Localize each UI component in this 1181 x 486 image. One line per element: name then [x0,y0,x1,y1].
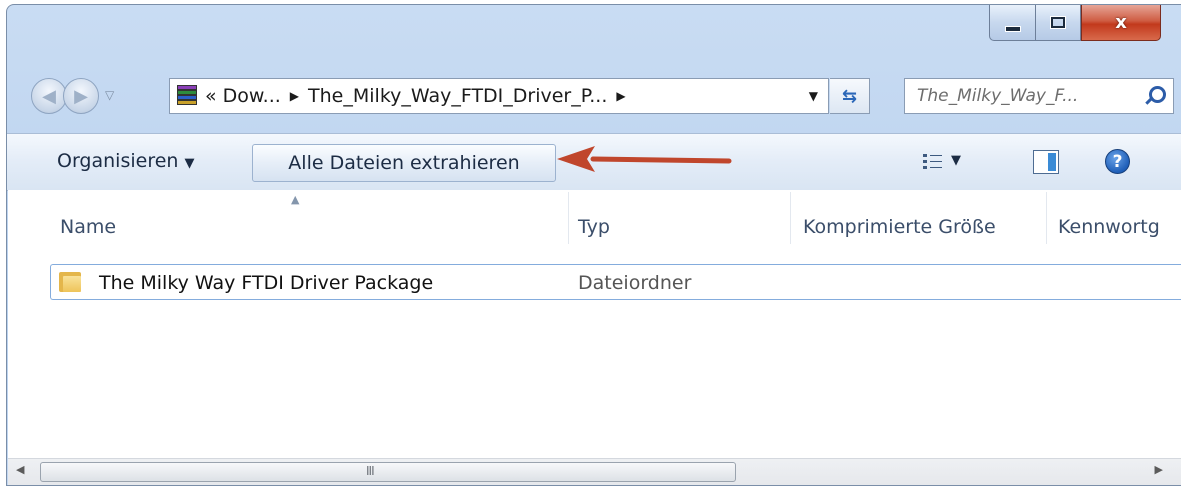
organize-label: Organisieren [57,150,179,172]
forward-button[interactable]: ▶ [63,78,99,114]
search-box[interactable] [904,78,1174,114]
preview-pane-icon[interactable] [1033,150,1059,174]
column-divider[interactable] [790,192,791,244]
breadcrumb-separator-icon[interactable]: ▶ [290,89,299,103]
address-bar[interactable]: « Dow... ▶ The_Milky_Way_FTDI_Driver_P..… [169,78,829,114]
close-button[interactable]: x [1081,5,1161,41]
back-arrow-icon: ◀ [42,85,56,107]
recent-pages-dropdown-icon[interactable]: ▽ [105,88,114,102]
caption-buttons: x [989,5,1161,41]
organize-menu[interactable]: Organisieren ▼ [57,150,194,172]
column-divider[interactable] [1046,192,1047,244]
search-icon[interactable] [1141,83,1167,109]
maximize-icon [1051,17,1065,28]
refresh-icon: ⇆ [841,85,858,107]
horizontal-scrollbar[interactable]: ◀ III ▶ [8,458,1181,485]
command-bar: Organisieren ▼ Alle Dateien extrahieren ▼… [7,133,1181,191]
navigation-row: ◀ ▶ ▽ « Dow... ▶ The_Milky_Way_FTDI_Driv… [27,73,1181,119]
search-input[interactable] [905,85,1141,107]
forward-arrow-icon: ▶ [74,85,88,107]
column-header-compressed-size[interactable]: Komprimierte Größe [803,216,996,238]
column-header-name[interactable]: Name [60,216,116,238]
column-header-password[interactable]: Kennwortg [1058,216,1160,238]
sort-ascending-icon: ▲ [291,193,300,206]
table-row[interactable]: The Milky Way FTDI Driver Package Dateio… [50,264,1181,300]
breadcrumb-overflow-chevron[interactable]: « [205,85,217,107]
address-dropdown-icon[interactable]: ▼ [809,89,818,103]
back-button[interactable]: ◀ [31,78,67,114]
scrollbar-thumb[interactable]: III [40,462,736,482]
refresh-button[interactable]: ⇆ [830,78,870,114]
breadcrumb-separator-icon[interactable]: ▶ [616,89,625,103]
change-view-icon[interactable] [922,152,944,172]
minimize-icon [1004,25,1021,32]
file-type: Dateiordner [578,272,692,294]
organize-dropdown-icon: ▼ [184,156,195,171]
explorer-window: x ◀ ▶ ▽ « Dow... ▶ The_Milky_Way_FTDI_Dr… [6,4,1181,486]
maximize-button[interactable] [1035,5,1081,41]
breadcrumb-downloads[interactable]: Dow... [223,85,281,107]
minimize-button[interactable] [989,5,1035,41]
close-icon: x [1115,12,1127,33]
file-list: ▲ Name Typ Komprimierte Größe Kennwortg … [8,190,1181,459]
scroll-right-icon[interactable]: ▶ [1155,463,1163,476]
view-options-dropdown-icon[interactable]: ▼ [951,153,961,168]
extract-all-button[interactable]: Alle Dateien extrahieren [252,144,556,182]
column-header-type[interactable]: Typ [578,216,610,238]
winrar-archive-icon [175,84,199,108]
help-icon[interactable]: ? [1105,149,1130,174]
annotation-arrow-icon [557,146,732,172]
scroll-grip-icon: III [366,464,375,478]
scroll-left-icon[interactable]: ◀ [16,463,24,476]
breadcrumb-archive[interactable]: The_Milky_Way_FTDI_Driver_P... [308,85,607,107]
file-name: The Milky Way FTDI Driver Package [99,272,434,294]
folder-icon [59,272,81,292]
column-divider[interactable] [568,192,569,244]
column-header-row: ▲ Name Typ Komprimierte Größe Kennwortg [8,190,1181,246]
